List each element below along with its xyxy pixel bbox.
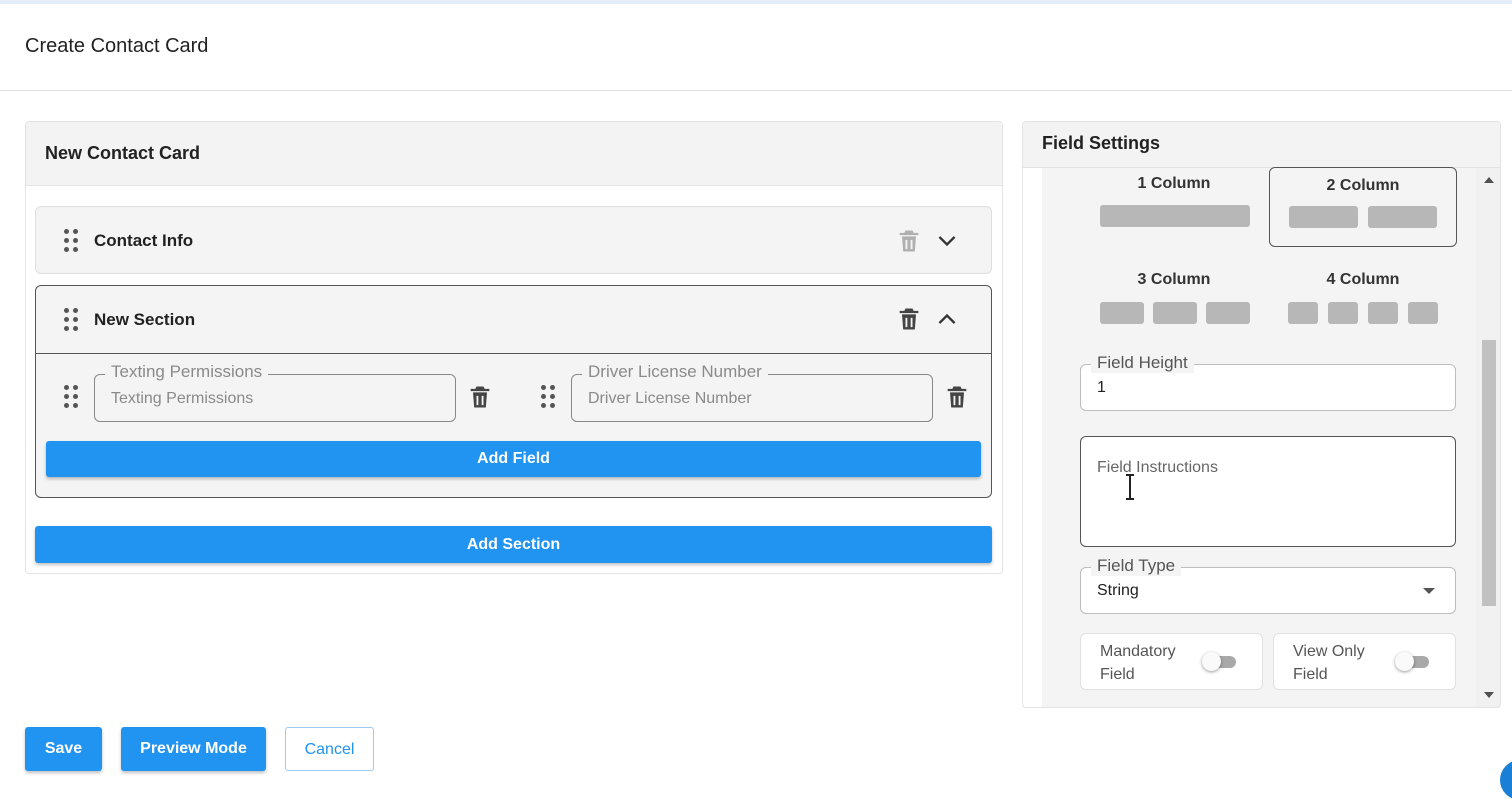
dropdown-arrow-icon	[1423, 588, 1435, 594]
contact-card-builder: New Contact Card Contact Info New Sectio…	[25, 121, 1003, 574]
layout-preview-bar	[1153, 302, 1197, 324]
field-label: Texting Permissions	[105, 362, 269, 382]
drag-handle-icon[interactable]	[64, 308, 78, 332]
drag-handle-icon[interactable]	[64, 229, 78, 253]
layout-label: 4 Column	[1326, 271, 1400, 288]
layout-3-column[interactable]: 3 Column	[1080, 262, 1268, 342]
texting-permissions-field[interactable]: Texting Permissions Texting Permissions	[94, 362, 456, 422]
layout-preview-bar	[1288, 302, 1318, 324]
driver-license-number-field[interactable]: Driver License Number Driver License Num…	[571, 362, 933, 422]
save-button[interactable]: Save	[25, 727, 102, 771]
field-instructions-placeholder: Field Instructions	[1097, 459, 1218, 476]
chevron-up-icon[interactable]	[933, 305, 961, 333]
layout-preview-bar	[1368, 302, 1398, 324]
field-type-select[interactable]: Field Type String	[1080, 556, 1456, 614]
mandatory-field-switch[interactable]	[1202, 652, 1236, 671]
field-placeholder: Driver License Number	[588, 390, 752, 407]
scroll-up-arrow-icon[interactable]	[1484, 177, 1494, 183]
layout-2-column[interactable]: 2 Column	[1269, 167, 1457, 247]
builder-header: New Contact Card	[26, 122, 1002, 186]
mandatory-field-label: Mandatory Field	[1100, 643, 1176, 683]
settings-scrollbar[interactable]	[1476, 168, 1500, 707]
view-only-field-label: View Only Field	[1293, 643, 1365, 683]
field-type-label: Field Type	[1091, 556, 1182, 576]
field-height-input[interactable]: Field Height 1	[1080, 353, 1456, 411]
layout-1-column[interactable]: 1 Column	[1080, 167, 1268, 247]
section-new-section: New Section Texting Permissions Texting …	[35, 285, 992, 498]
field-instructions-textarea[interactable]: Field Instructions	[1080, 436, 1456, 547]
layout-preview-bar	[1206, 302, 1250, 324]
chevron-down-icon[interactable]	[933, 227, 961, 255]
add-section-button[interactable]: Add Section	[35, 526, 992, 563]
text-cursor-icon	[1126, 474, 1134, 500]
section-header[interactable]: New Section	[36, 286, 991, 354]
layout-preview-bar	[1289, 206, 1358, 228]
cancel-button[interactable]: Cancel	[285, 727, 374, 771]
preview-mode-button[interactable]: Preview Mode	[121, 727, 266, 771]
builder-title: New Contact Card	[45, 143, 201, 163]
field-settings-body: 1 Column 2 Column 3 Column 4 Column Fiel…	[1042, 167, 1476, 707]
layout-preview-bar	[1368, 206, 1437, 228]
layout-label: 2 Column	[1326, 177, 1400, 194]
layout-label: 3 Column	[1137, 271, 1211, 288]
field-height-value: 1	[1097, 379, 1106, 396]
section-header[interactable]: Contact Info	[36, 207, 991, 275]
field-settings-header: Field Settings	[1023, 122, 1500, 168]
trash-icon[interactable]	[895, 305, 923, 333]
section-title: New Section	[94, 310, 196, 329]
page-title: Create Contact Card	[25, 35, 209, 57]
scrollbar-thumb[interactable]	[1482, 340, 1496, 606]
layout-4-column[interactable]: 4 Column	[1269, 262, 1457, 342]
add-field-button[interactable]: Add Field	[46, 441, 981, 477]
layout-preview-bar	[1100, 302, 1144, 324]
drag-handle-icon[interactable]	[64, 385, 78, 409]
view-only-field-toggle-card: View Only Field	[1273, 633, 1456, 690]
layout-preview-bar	[1408, 302, 1438, 324]
drag-handle-icon[interactable]	[541, 385, 555, 409]
page-header: Create Contact Card	[0, 4, 1512, 91]
field-type-value: String	[1097, 582, 1139, 599]
trash-icon[interactable]	[466, 383, 494, 411]
section-contact-info: Contact Info	[35, 206, 992, 274]
layout-label: 1 Column	[1137, 175, 1211, 192]
field-height-label: Field Height	[1091, 353, 1194, 373]
mandatory-field-toggle-card: Mandatory Field	[1080, 633, 1263, 690]
field-label: Driver License Number	[582, 362, 768, 382]
field-row: Texting Permissions Texting Permissions …	[36, 354, 991, 442]
field-settings-panel: Field Settings 1 Column 2 Column 3 Colum…	[1022, 121, 1501, 708]
field-settings-title: Field Settings	[1042, 133, 1161, 153]
section-title: Contact Info	[94, 231, 194, 250]
layout-preview-bar	[1328, 302, 1358, 324]
trash-icon[interactable]	[943, 383, 971, 411]
help-fab-button[interactable]	[1500, 760, 1512, 800]
layout-preview-bar	[1100, 205, 1250, 227]
trash-icon[interactable]	[895, 227, 923, 255]
field-placeholder: Texting Permissions	[111, 390, 254, 407]
view-only-field-switch[interactable]	[1395, 652, 1429, 671]
scroll-down-arrow-icon[interactable]	[1484, 692, 1494, 698]
